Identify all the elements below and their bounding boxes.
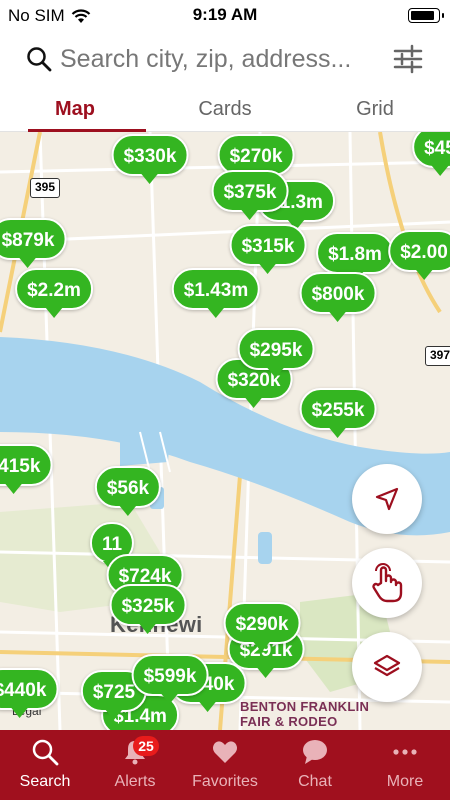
price-pin[interactable]: $315k: [229, 224, 307, 266]
tab-chat-label: Chat: [298, 773, 332, 790]
search-icon: [32, 739, 59, 766]
map-view[interactable]: 395 397 BENTON FRANKLIN FAIR & RODEO Ken…: [0, 132, 450, 730]
chat-icon: [303, 740, 327, 764]
tab-search-label: Search: [19, 773, 71, 790]
battery-icon: [408, 8, 444, 23]
route-shield-397: 397: [425, 346, 450, 366]
alerts-badge: 25: [133, 736, 159, 756]
price-pin[interactable]: $375k: [211, 170, 289, 212]
price-pin[interactable]: $599k: [131, 654, 209, 696]
price-pin[interactable]: $325k: [109, 584, 187, 626]
location-arrow-icon: [375, 487, 399, 511]
tab-grid[interactable]: Grid: [300, 88, 450, 131]
search-bar: [0, 30, 450, 88]
tab-more-label: More: [386, 773, 424, 790]
price-pin[interactable]: $1.43m: [171, 268, 261, 310]
bottom-tab-bar: Search 25 Alerts Favorites Chat More: [0, 730, 450, 800]
price-pin[interactable]: $295k: [237, 328, 315, 370]
place-label-fair-line2: FAIR & RODEO: [240, 714, 338, 729]
tab-more[interactable]: More: [360, 730, 450, 800]
more-icon: [393, 749, 417, 755]
price-pin[interactable]: $879k: [0, 218, 67, 260]
status-bar: No SIM 9:19 AM: [0, 0, 450, 30]
draw-area-button[interactable]: [352, 548, 422, 618]
tab-map[interactable]: Map: [0, 88, 150, 132]
tab-chat[interactable]: Chat: [270, 730, 360, 800]
price-pin[interactable]: $2.00: [388, 230, 450, 272]
price-pin[interactable]: $1.8m: [316, 232, 394, 274]
tab-favorites-label: Favorites: [192, 773, 258, 790]
battery-fill: [411, 11, 434, 20]
price-pin[interactable]: $330k: [111, 134, 189, 176]
view-tabs: Map Cards Grid: [0, 88, 450, 132]
price-pin[interactable]: $255k: [299, 388, 377, 430]
search-input[interactable]: [60, 43, 380, 75]
status-time: 9:19 AM: [192, 5, 258, 24]
heart-icon: [213, 741, 237, 763]
tab-cards[interactable]: Cards: [150, 88, 300, 131]
tab-favorites[interactable]: Favorites: [180, 730, 270, 800]
price-pin[interactable]: $440k: [0, 668, 59, 710]
search-icon: [27, 47, 52, 72]
price-pin[interactable]: $56k: [94, 466, 162, 508]
hand-pointer-icon: [372, 563, 403, 603]
place-label-fair: BENTON FRANKLIN FAIR & RODEO: [240, 699, 369, 729]
tab-search[interactable]: Search: [0, 730, 90, 800]
layers-icon: [373, 654, 401, 677]
tab-alerts[interactable]: 25 Alerts: [90, 730, 180, 800]
locate-me-button[interactable]: [352, 464, 422, 534]
route-shield-395: 395: [30, 178, 60, 198]
place-label-fair-line1: BENTON FRANKLIN: [240, 699, 370, 714]
filter-sliders-icon[interactable]: [392, 43, 424, 75]
tab-alerts-label: Alerts: [114, 773, 156, 790]
price-pin[interactable]: $415k: [0, 444, 53, 486]
map-layers-button[interactable]: [352, 632, 422, 702]
price-pin[interactable]: $800k: [299, 272, 377, 314]
price-pin[interactable]: $290k: [223, 602, 301, 644]
price-pin[interactable]: $2.2m: [15, 268, 93, 310]
